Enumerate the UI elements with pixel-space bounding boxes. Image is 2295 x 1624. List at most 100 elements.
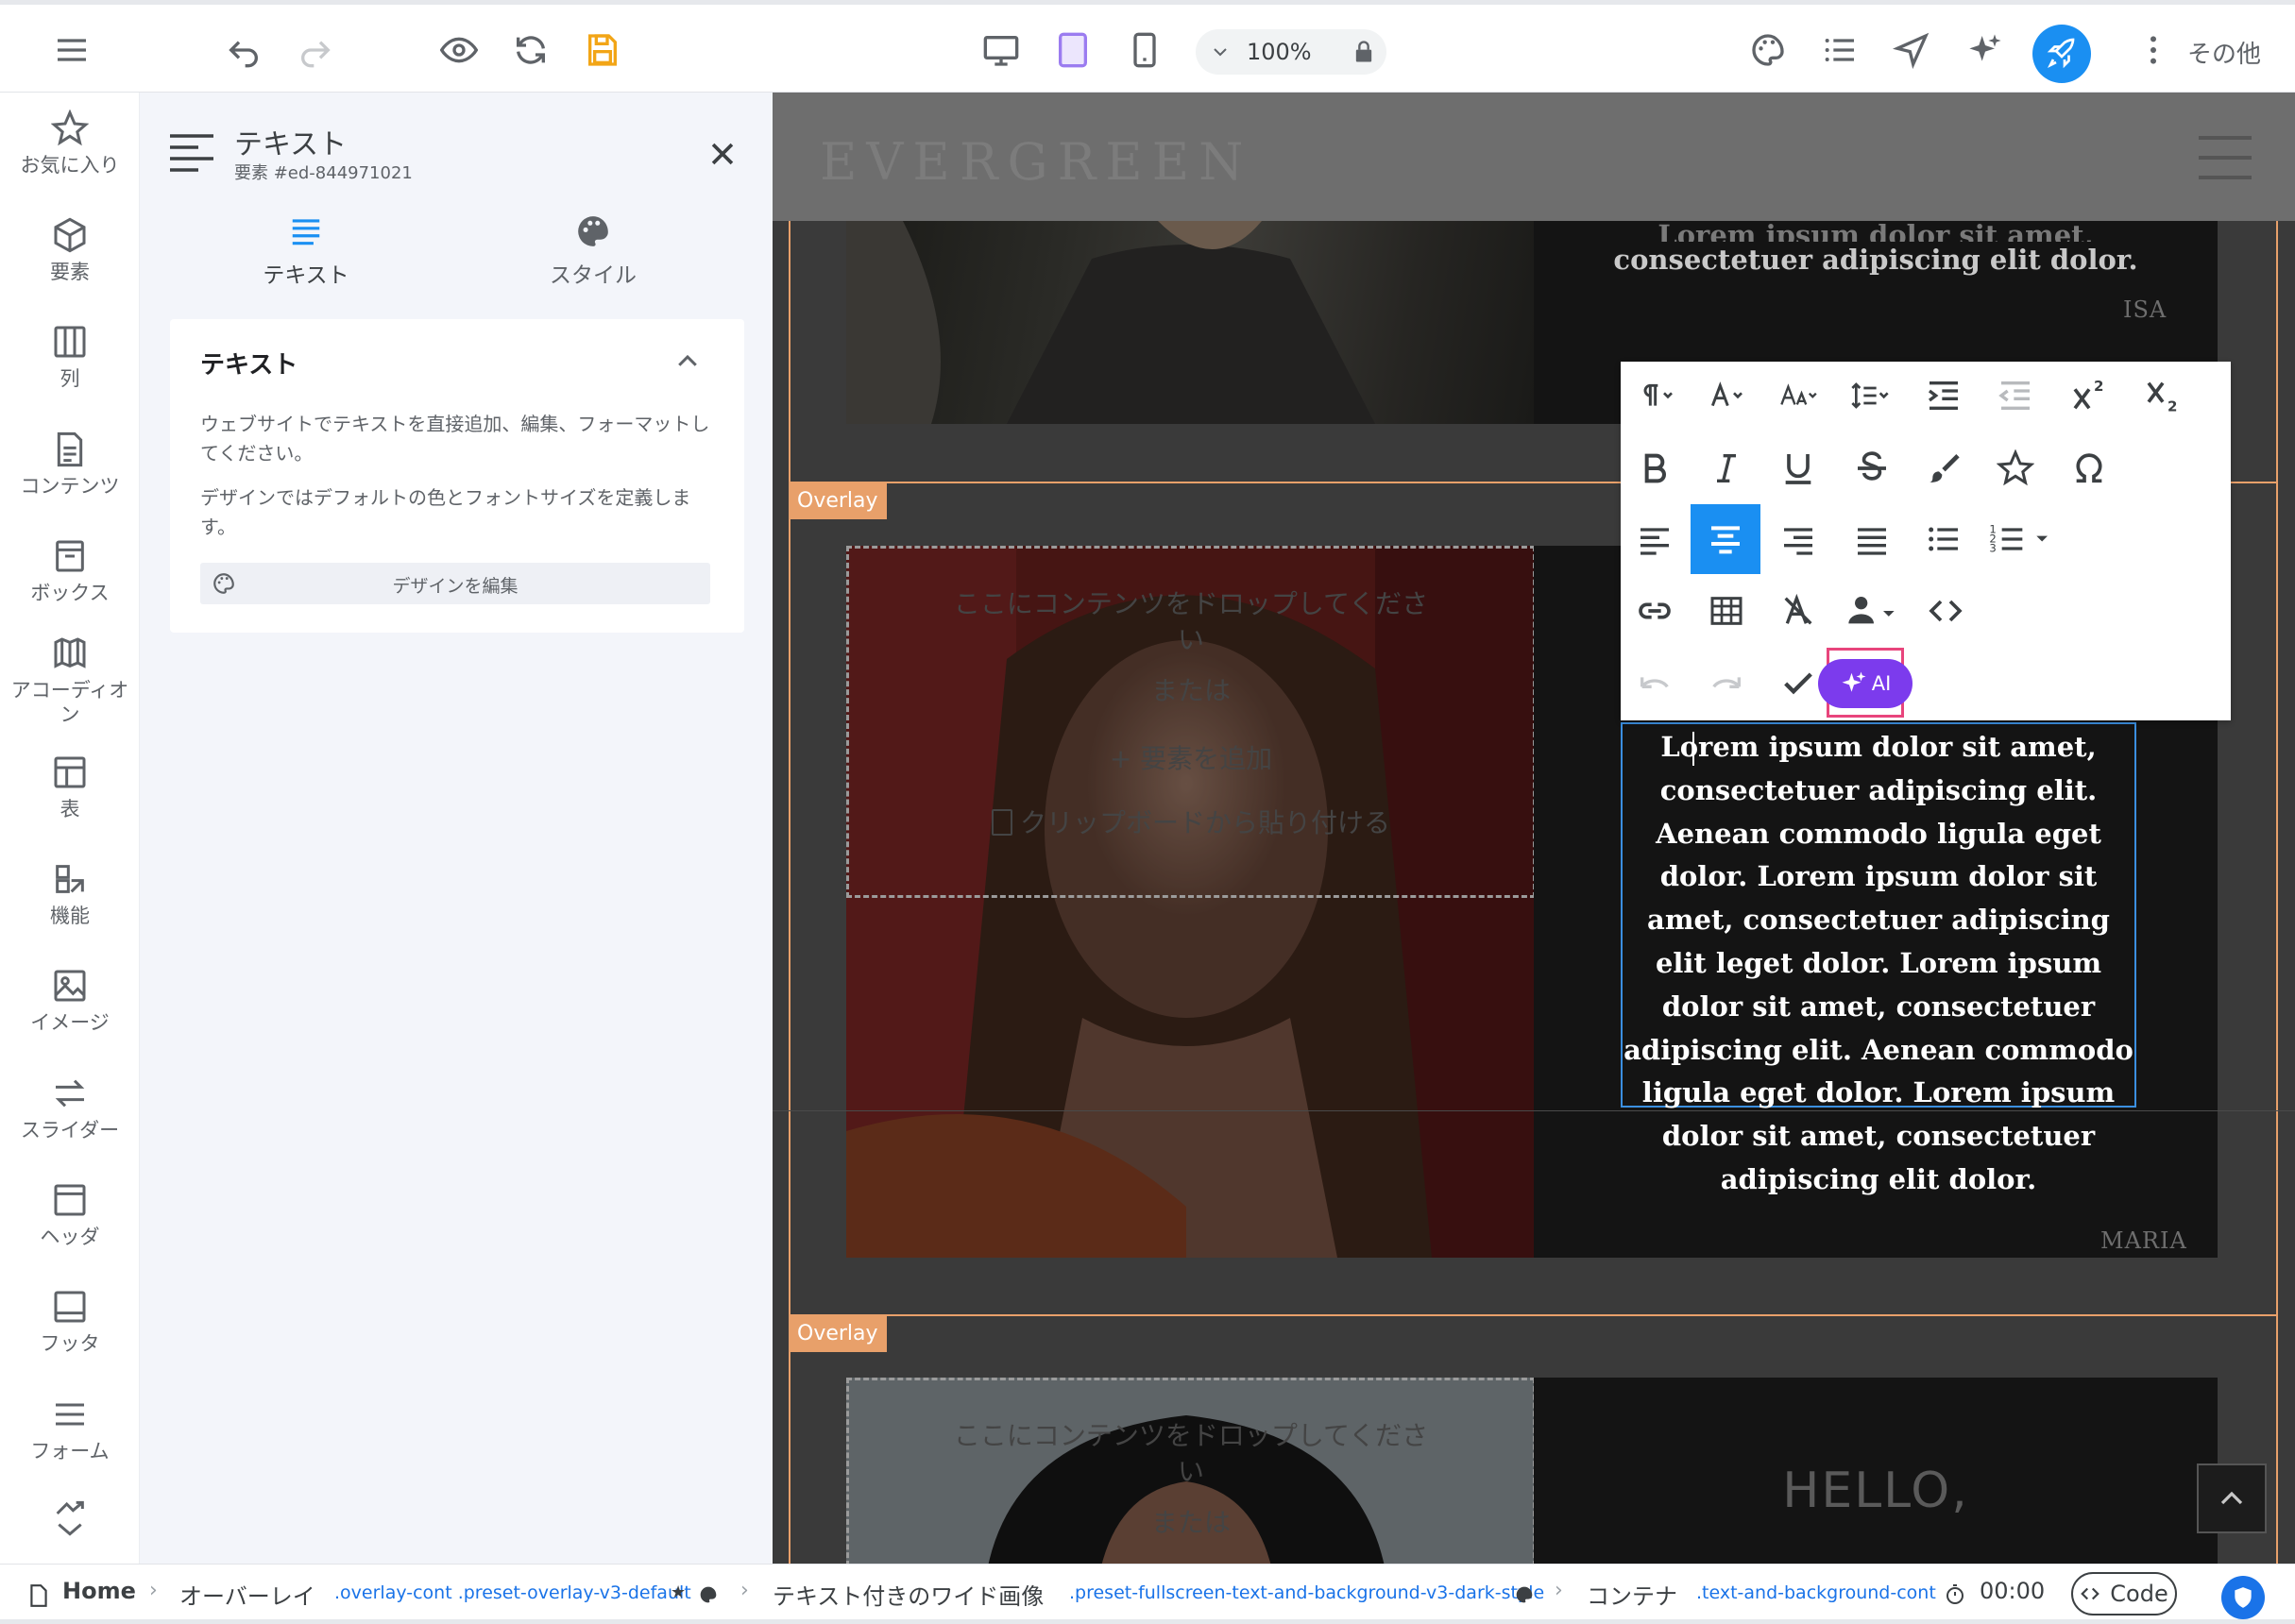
rail-item-footer[interactable]: フッタ [0,1288,140,1356]
preview-eye-icon[interactable] [434,25,484,75]
undo-icon[interactable] [219,25,268,75]
align-right-button[interactable] [1770,511,1827,567]
desktop-view-icon[interactable] [977,25,1026,75]
site-menu-icon[interactable] [2197,134,2253,181]
outdent-button[interactable] [1987,367,2044,424]
site-header[interactable]: EVERGREEN [773,93,2295,221]
italic-button[interactable] [1698,440,1755,497]
rail-item-accordion[interactable]: アコーディオン [0,634,140,727]
rail-item-image[interactable]: イメージ [0,967,140,1035]
font-size-dropdown[interactable] [1770,367,1827,424]
superscript-button[interactable]: 2 [2061,367,2117,424]
drop-zone[interactable]: ここにコンテンツをドロップしてくださ い または [846,1378,1536,1564]
align-center-button[interactable] [1691,504,1760,574]
insert-table-button[interactable] [1698,583,1755,639]
breadcrumb-container[interactable]: コンテナ [1587,1578,1677,1611]
overlay-label[interactable]: Overlay [789,483,887,519]
rail-label: ボックス [30,582,110,604]
rail-item-table[interactable]: 表 [0,753,140,821]
insert-variable-dropdown[interactable] [1838,583,1910,639]
text-color-button[interactable] [1915,440,1972,497]
rail-item-form[interactable]: フォーム [0,1396,140,1463]
mobile-view-icon[interactable] [1120,25,1169,75]
tablet-view-icon[interactable] [1048,25,1097,75]
ai-label: AI [1871,672,1892,695]
add-element-link[interactable]: + 要素を追加 [849,741,1533,777]
paste-from-clipboard-link[interactable]: クリップボードから貼り付ける [849,805,1533,841]
more-label[interactable]: その他 [2187,35,2261,70]
toolbar-undo-button[interactable] [1626,655,1683,712]
rail-item-features[interactable]: 機能 [0,860,140,928]
lock-icon[interactable] [1351,39,1377,65]
special-style-button[interactable] [1987,440,2044,497]
navigation-arrow-icon[interactable] [1887,25,1936,75]
more-vertical-icon[interactable] [2129,25,2178,75]
bold-button[interactable] [1626,440,1683,497]
edit-design-button[interactable]: デザインを編集 [200,563,710,604]
site-logo[interactable]: EVERGREEN [820,132,1252,192]
security-shield-button[interactable] [2221,1576,2265,1619]
palette-icon[interactable] [699,1585,718,1604]
clear-format-button[interactable] [1770,583,1827,639]
breadcrumb-separator: › [1555,1579,1563,1602]
scroll-to-top-button[interactable] [2197,1463,2267,1533]
subscript-icon: 2 [2147,381,2177,414]
breadcrumb-wide-image[interactable]: テキスト付きのワイド画像 [773,1578,1044,1611]
rail-item-slider[interactable]: スライダー [0,1074,140,1142]
rail-item-box[interactable]: ボックス [0,537,140,605]
sparkles-icon[interactable] [1961,25,2010,75]
subscript-button[interactable]: 2 [2134,367,2191,424]
breadcrumb-wide-image-class[interactable]: .preset-fullscreen-text-and-background-v… [1069,1582,1544,1603]
rail-item-favorites[interactable]: お気に入り [0,110,140,178]
underline-button[interactable] [1770,440,1827,497]
ai-assistant-button[interactable]: AI [1818,659,1912,708]
palette-icon[interactable] [1743,25,1793,75]
table-icon [1710,597,1742,625]
page-canvas[interactable]: Lorem ipsum dolor sit amet, consectetuer… [773,93,2295,1564]
align-left-button[interactable] [1626,511,1683,567]
source-code-button[interactable] [1917,583,1974,639]
close-icon[interactable] [706,138,739,170]
align-justify-button[interactable] [1844,511,1900,567]
breadcrumb-container-class[interactable]: .text-and-background-cont [1696,1582,1936,1603]
breadcrumb-home[interactable]: Home [62,1578,136,1604]
special-character-button[interactable] [2061,440,2117,497]
line-height-dropdown[interactable] [1842,367,1898,424]
redo-icon[interactable] [291,25,340,75]
paragraph-format-dropdown[interactable] [1628,367,1685,424]
rail-item-columns[interactable]: 列 [0,323,140,391]
font-family-dropdown[interactable] [1698,367,1755,424]
woman-photo-1[interactable] [846,221,1534,424]
rail-item-content[interactable]: コンテンツ [0,431,140,499]
rail-item-header[interactable]: ヘッダ [0,1181,140,1249]
bullet-list-button[interactable] [1915,511,1972,567]
form-icon [56,1403,84,1426]
breadcrumb-overlay[interactable]: オーバーレイ [179,1578,315,1611]
publish-rocket-button[interactable] [2032,25,2091,83]
palette-icon[interactable] [1515,1585,1534,1604]
star-icon[interactable]: ★ [671,1582,686,1602]
rail-scroll-down[interactable] [0,1499,140,1537]
indent-button[interactable] [1915,367,1972,424]
zoom-dropdown[interactable]: 100% [1196,29,1386,75]
tab-style[interactable]: スタイル [499,213,688,289]
drop-zone[interactable]: ここにコンテンツをドロップしてくださ い または + 要素を追加 クリップボード… [846,546,1536,898]
hamburger-menu-icon[interactable] [47,25,96,75]
pilcrow-icon [1643,383,1673,406]
refresh-icon[interactable] [506,25,555,75]
breadcrumb-overlay-class[interactable]: .overlay-cont .preset-overlay-v3-default [334,1582,691,1603]
strikethrough-button[interactable] [1844,440,1900,497]
editable-text-content[interactable]: Lorem ipsum dolor sit amet, consectetuer… [1624,731,2134,1195]
chevron-up-icon[interactable] [671,347,705,376]
tab-text[interactable]: テキスト [212,213,400,289]
insert-link-button[interactable] [1626,583,1683,639]
save-icon[interactable] [578,25,627,75]
overlay-label[interactable]: Overlay [789,1316,887,1352]
code-button[interactable]: Code [2071,1572,2177,1616]
list-icon[interactable] [1815,25,1864,75]
numbered-list-dropdown[interactable]: 123 [1983,511,2055,567]
editable-text-block[interactable]: Lorem ipsum dolor sit amet, consectetuer… [1621,722,2136,1195]
check-icon [1784,672,1812,695]
rail-item-elements[interactable]: 要素 [0,216,140,284]
toolbar-redo-button[interactable] [1698,655,1755,712]
